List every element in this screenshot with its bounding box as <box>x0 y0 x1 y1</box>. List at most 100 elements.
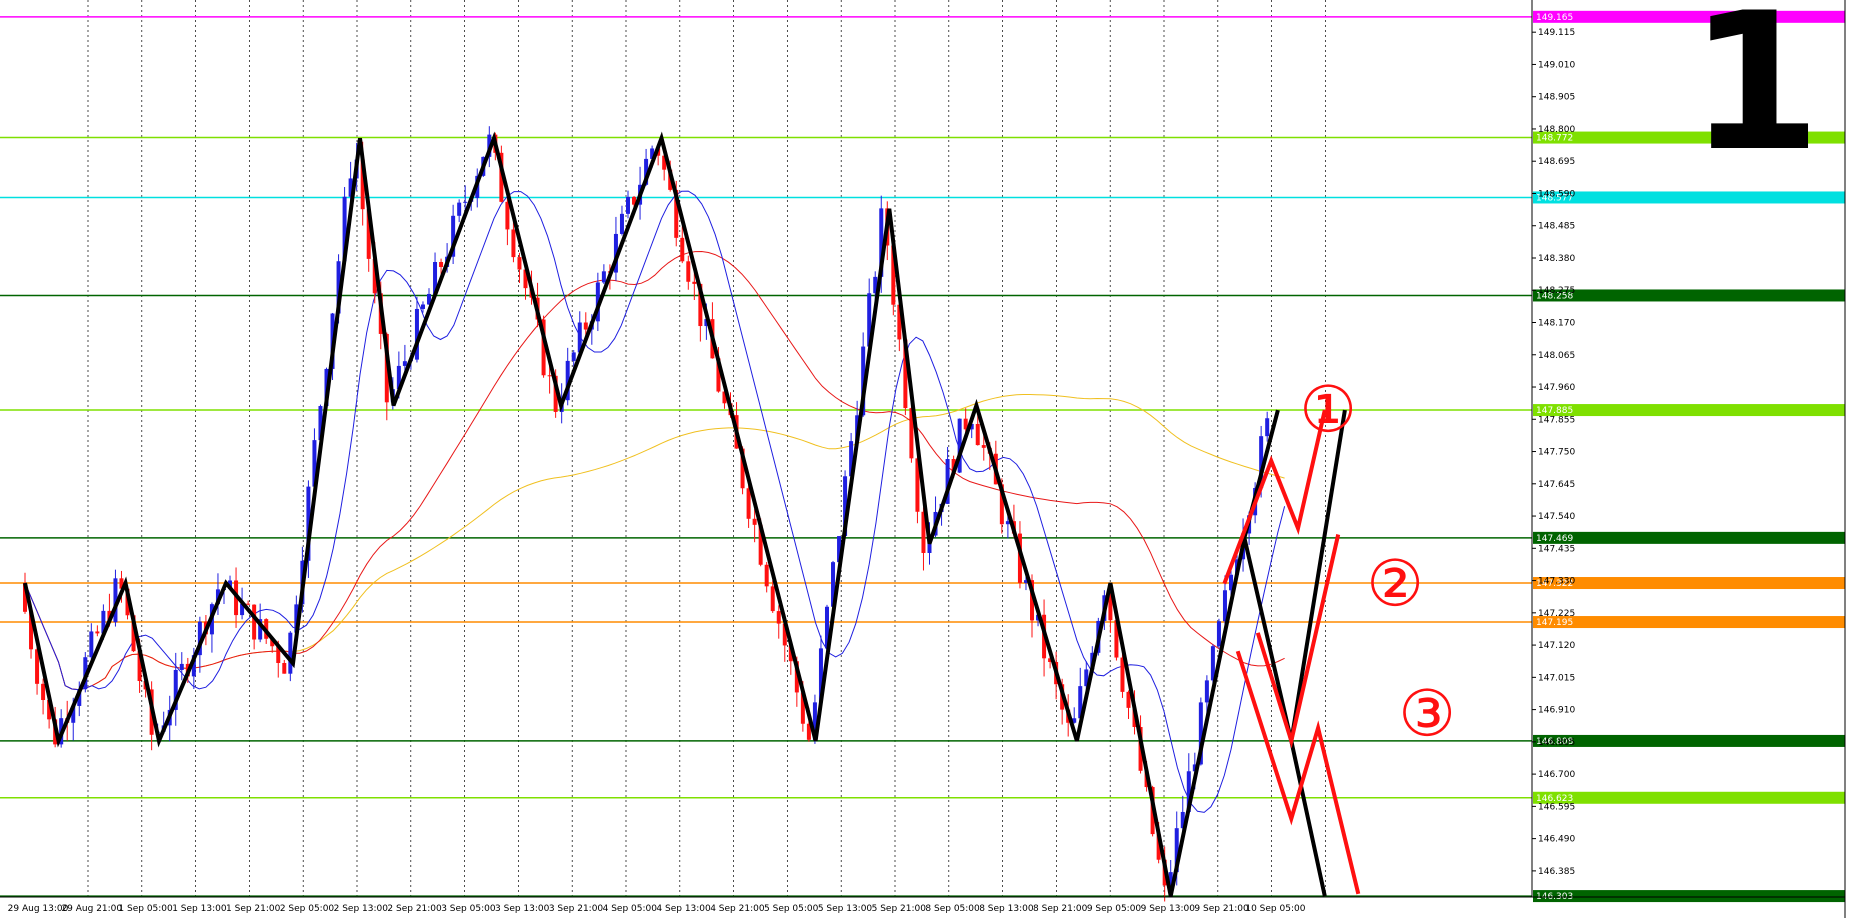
price-tick-label: 147.855 <box>1538 415 1575 425</box>
price-tick-label: 148.590 <box>1538 189 1575 199</box>
candle-body <box>752 518 757 525</box>
candle-body <box>457 202 462 216</box>
circled-label-1: ① <box>1299 374 1356 448</box>
time-label: 1 Sep 21:00 <box>226 904 281 914</box>
price-tick-label: 146.490 <box>1538 835 1575 845</box>
candle-body <box>246 603 251 605</box>
candle-body <box>179 663 184 670</box>
price-tick-label: 146.910 <box>1538 706 1575 716</box>
candle-body <box>505 201 510 230</box>
time-label: 9 Sep 13:00 <box>1141 904 1196 914</box>
candle-body <box>776 611 781 624</box>
time-label: 10 Sep 05:00 <box>1245 904 1305 914</box>
candle-body <box>571 352 576 361</box>
time-label: 4 Sep 05:00 <box>603 904 658 914</box>
candle-body <box>1265 418 1270 437</box>
time-label: 5 Sep 21:00 <box>872 904 927 914</box>
level-badge <box>1533 734 1845 747</box>
candle-body <box>439 262 444 267</box>
candle-body <box>764 564 769 587</box>
time-label: 2 Sep 21:00 <box>387 904 442 914</box>
candle-body <box>1204 680 1209 703</box>
price-tick-label: 148.695 <box>1538 157 1575 167</box>
time-label: 4 Sep 21:00 <box>710 904 765 914</box>
time-label: 8 Sep 21:00 <box>1033 904 1088 914</box>
price-tick-label: 148.380 <box>1538 254 1575 264</box>
level-badge <box>1533 616 1845 629</box>
candle-body <box>680 237 685 262</box>
level-price-label: 149.165 <box>1536 13 1573 23</box>
price-tick-label: 148.275 <box>1538 286 1575 296</box>
candle-body <box>89 631 94 658</box>
candle-body <box>619 213 624 234</box>
price-tick-label: 148.905 <box>1538 93 1575 103</box>
time-label: 4 Sep 13:00 <box>656 904 711 914</box>
level-badge <box>1533 289 1845 302</box>
time-label: 29 Aug 21:00 <box>61 904 122 914</box>
chart-number-label: 1 <box>1689 0 1821 193</box>
price-tick-label: 147.540 <box>1538 512 1575 522</box>
price-tick-label: 146.385 <box>1538 867 1575 877</box>
time-label: 29 Aug 13:00 <box>8 904 69 914</box>
candle-body <box>547 375 552 377</box>
price-tick-label: 146.595 <box>1538 802 1575 812</box>
time-label: 5 Sep 05:00 <box>764 904 819 914</box>
candle-body <box>583 322 588 330</box>
level-price-label: 147.469 <box>1536 534 1573 544</box>
candle-body <box>463 201 468 203</box>
candle-body <box>288 632 293 674</box>
candle-body <box>975 423 980 446</box>
time-label: 8 Sep 13:00 <box>979 904 1034 914</box>
price-tick-label: 147.330 <box>1538 577 1575 587</box>
level-badge <box>1533 577 1845 590</box>
circled-label-3: ③ <box>1398 678 1455 752</box>
time-axis: 29 Aug 13:0029 Aug 21:001 Sep 05:00 1 Sep… <box>8 904 1306 914</box>
level-price-label: 147.195 <box>1536 618 1573 628</box>
candle-body <box>511 229 516 258</box>
time-label: 1 Sep 05:00 <box>118 904 173 914</box>
level-badge <box>1533 890 1845 903</box>
price-tick-label: 146.700 <box>1538 770 1575 780</box>
price-tick-label: 149.115 <box>1538 28 1575 38</box>
candle-body <box>770 586 775 612</box>
candle-body <box>626 196 630 214</box>
time-label: 2 Sep 13:00 <box>334 904 389 914</box>
circled-label-2: ② <box>1366 548 1423 622</box>
candle-body <box>402 361 407 366</box>
time-label: 2 Sep 05:00 <box>280 904 335 914</box>
candle-body <box>41 683 46 701</box>
price-tick-label: 147.015 <box>1538 673 1575 683</box>
time-label: 3 Sep 05:00 <box>441 904 496 914</box>
time-label: 9 Sep 05:00 <box>1087 904 1142 914</box>
level-badge <box>1533 404 1845 417</box>
price-tick-label: 147.645 <box>1538 480 1575 490</box>
candle-body <box>517 257 522 270</box>
price-tick-label: 147.960 <box>1538 383 1575 393</box>
candle-body <box>981 445 986 448</box>
level-badge <box>1533 191 1845 204</box>
price-tick-label: 148.800 <box>1538 125 1575 135</box>
time-label: 1 Sep 13:00 <box>172 904 227 914</box>
level-badge <box>1533 791 1845 804</box>
price-tick-label: 148.485 <box>1538 222 1575 232</box>
candle-body <box>282 662 287 674</box>
price-tick-label: 149.010 <box>1538 60 1575 70</box>
candle-body <box>95 631 100 634</box>
level-price-label: 148.772 <box>1536 134 1573 144</box>
time-label: 3 Sep 13:00 <box>495 904 550 914</box>
price-tick-label: 147.750 <box>1538 448 1575 458</box>
price-tick-label: 148.065 <box>1538 351 1575 361</box>
price-tick-label: 147.225 <box>1538 609 1575 619</box>
candle-body <box>746 488 751 519</box>
time-label: 5 Sep 13:00 <box>818 904 873 914</box>
candle-body <box>1216 621 1221 647</box>
price-tick-label: 147.120 <box>1538 641 1575 651</box>
level-badge <box>1533 531 1845 544</box>
candle-body <box>692 281 697 284</box>
price-tick-label: 146.805 <box>1538 738 1575 748</box>
candle-body <box>420 304 425 309</box>
candle-body <box>686 261 691 282</box>
price-tick-label: 148.170 <box>1538 319 1575 329</box>
time-label: 9 Sep 21:00 <box>1194 904 1249 914</box>
candlestick-chart: 149.165148.772148.577148.258147.885147.4… <box>0 0 1865 918</box>
